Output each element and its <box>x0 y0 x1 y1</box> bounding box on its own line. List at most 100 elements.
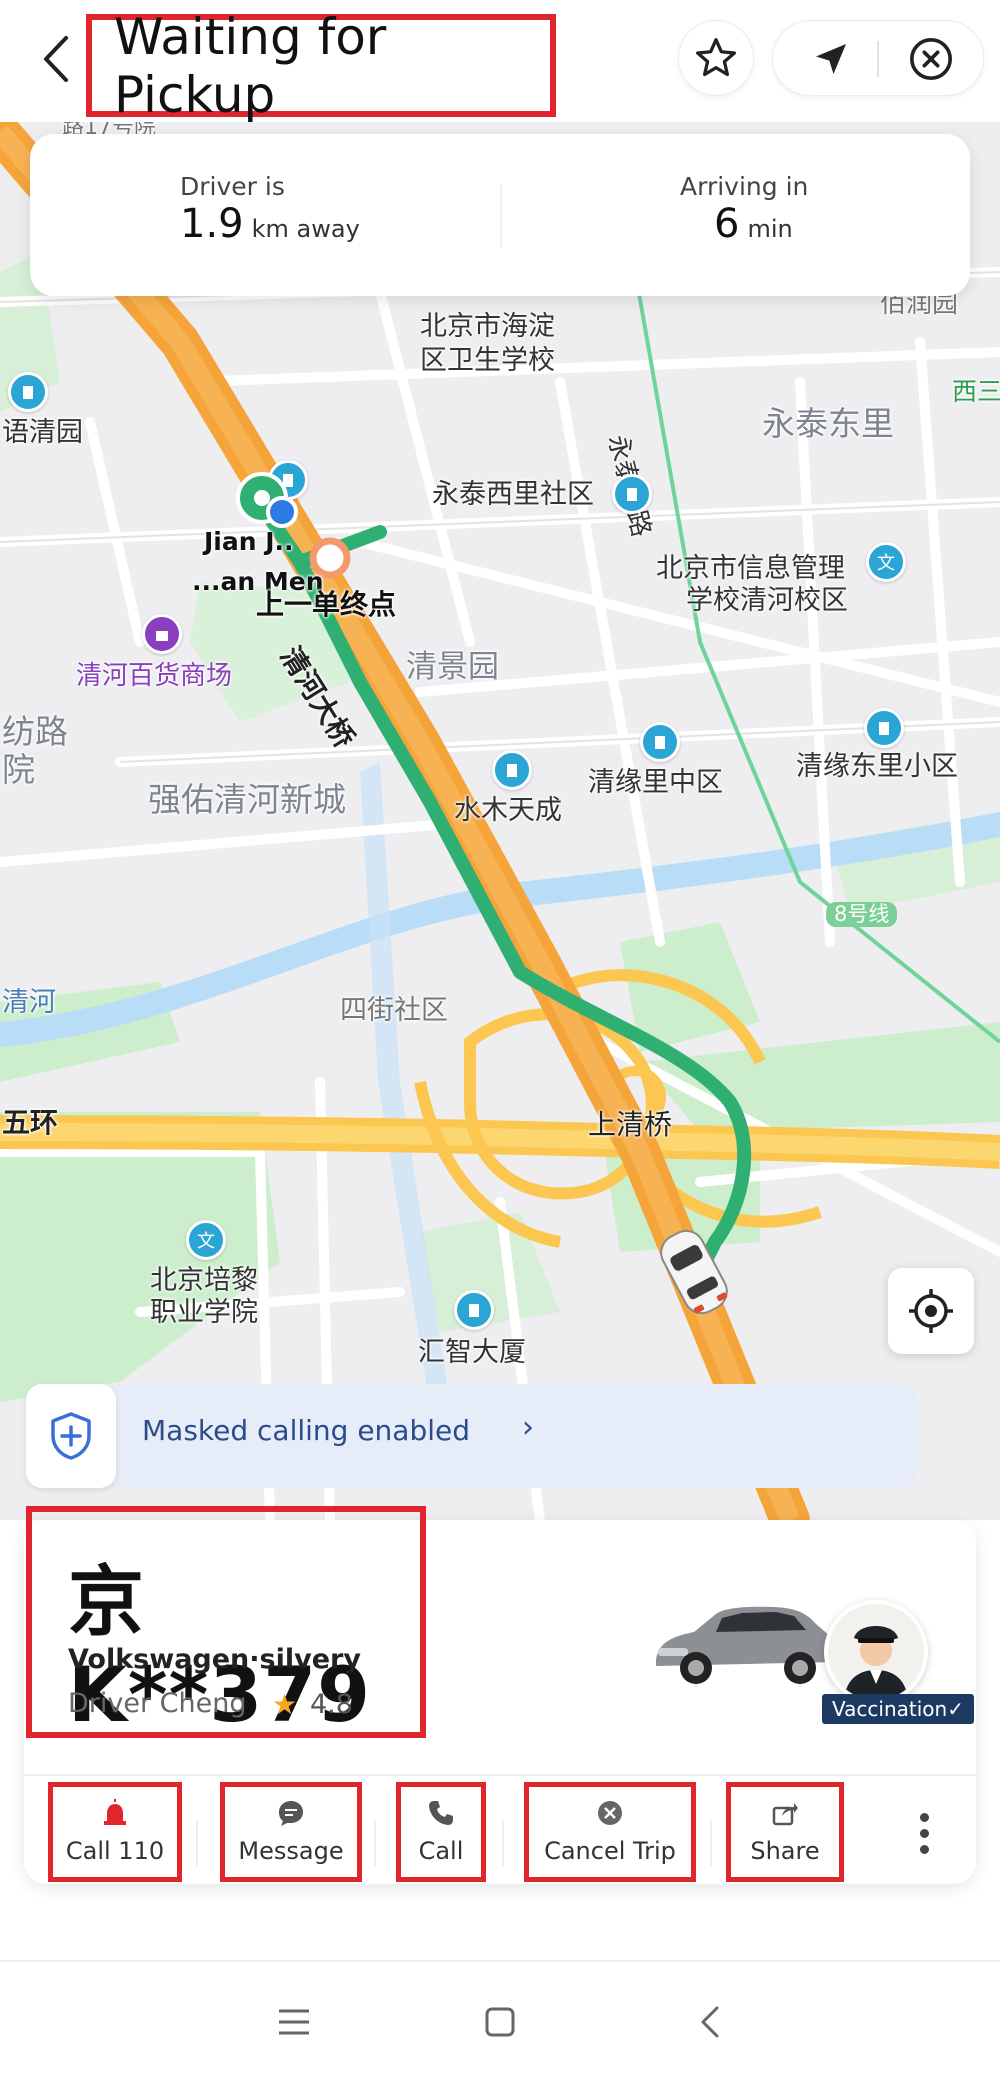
map-view[interactable]: 路17号院 北京市海淀 区卫生学校 佰润园 永泰中路 永泰东里 西三 语清园 永… <box>0 122 1000 1520</box>
map-label-xisan: 西三 <box>952 377 1000 406</box>
header-actions-pill <box>772 20 984 96</box>
title-highlight: Waiting for Pickup <box>86 8 556 124</box>
alarm-icon <box>101 1799 129 1827</box>
map-label-sijie: 四街社区 <box>340 995 448 1026</box>
share-icon <box>771 1799 799 1827</box>
map-label-qingyuan-middle: 清缘里中区 <box>588 767 723 798</box>
map-label-qingyuan-east: 清缘东里小区 <box>796 751 958 782</box>
driver-name: Driver Cheng <box>68 1688 247 1719</box>
driver-rating: 4.8 <box>310 1689 353 1720</box>
map-label-qingjing: 清景园 <box>406 649 499 685</box>
cancel-trip-button[interactable]: Cancel Trip <box>524 1782 696 1882</box>
card-divider <box>24 1774 976 1776</box>
star-icon <box>696 38 736 77</box>
cancel-circle-icon <box>596 1799 624 1827</box>
call-110-label: Call 110 <box>65 1837 165 1865</box>
pickup-label-line1: Jian J.. <box>204 527 294 556</box>
map-label-yuqing: 语清园 <box>2 417 83 448</box>
map-label-yongtai-east: 永泰东里 <box>762 404 894 443</box>
map-label-huizhi: 汇智大厦 <box>418 1337 526 1368</box>
plate-highlight: 京K**379 Volkswagen·silvery Driver Cheng … <box>26 1506 426 1739</box>
poi-school-icon: 文 <box>186 1220 226 1260</box>
poi-building-icon <box>8 372 48 412</box>
navigation-arrow-icon <box>816 44 846 74</box>
driver-card: 京K**379 Volkswagen·silvery Driver Cheng … <box>24 1506 976 1884</box>
driver-avatar-icon <box>828 1604 924 1700</box>
pill-divider <box>877 41 879 77</box>
driver-avatar[interactable] <box>824 1600 928 1704</box>
recent-apps-button[interactable] <box>264 1992 324 2052</box>
menu-lines-icon <box>279 2009 309 2035</box>
more-dot <box>919 1812 929 1822</box>
shield-plus-icon <box>51 1412 91 1460</box>
poi-building-icon <box>864 708 904 748</box>
map-label-shuimu: 水木天成 <box>454 795 562 826</box>
call-110-button[interactable]: Call 110 <box>48 1782 182 1882</box>
map-label-info-school-1: 北京市信息管理 <box>656 553 845 584</box>
system-back-button[interactable] <box>680 1992 740 2052</box>
poi-building-icon <box>454 1290 494 1330</box>
poi-building-icon <box>492 750 532 790</box>
top-app-bar: Waiting for Pickup <box>0 0 1000 124</box>
map-label-fanglu: 纺路 <box>2 712 68 751</box>
action-separator <box>502 1820 504 1866</box>
navigation-button[interactable] <box>791 21 871 97</box>
map-label-peili-2: 职业学院 <box>150 1297 258 1328</box>
rating-star-icon: ★ <box>272 1688 298 1721</box>
eta-unit: min <box>747 215 793 243</box>
poi-shopping-icon <box>142 614 182 654</box>
locate-me-button[interactable] <box>888 1268 974 1354</box>
close-circle-icon <box>910 38 952 80</box>
map-label-line8: 8号线 <box>826 902 898 928</box>
home-square-icon <box>485 2007 515 2037</box>
system-navigation-bar <box>0 1960 1000 2081</box>
distance-value: 1.9 <box>180 201 244 247</box>
distance-unit: km away <box>251 215 360 243</box>
map-label-qiangyou: 强佑清河新城 <box>148 780 346 819</box>
back-chevron-icon <box>701 2006 719 2038</box>
map-label-yuan: 院 <box>2 750 35 789</box>
masked-calling-banner[interactable]: Masked calling enabled › <box>26 1384 918 1488</box>
message-bubble-icon <box>277 1799 305 1827</box>
map-label-peili-1: 北京培黎 <box>150 1265 258 1296</box>
share-button[interactable]: Share <box>726 1782 844 1882</box>
vaccination-badge: Vaccination✓ <box>822 1694 974 1724</box>
favorite-button[interactable] <box>678 20 754 96</box>
action-separator <box>374 1820 376 1866</box>
action-separator <box>196 1820 198 1866</box>
action-separator <box>710 1820 712 1866</box>
map-label-health-school-1: 北京市海淀 <box>420 311 555 342</box>
poi-building-icon <box>640 722 680 762</box>
my-location-dot-icon <box>266 496 298 528</box>
map-label-health-school-2: 区卫生学校 <box>420 345 555 376</box>
call-button[interactable]: Call <box>396 1782 486 1882</box>
eta-value: 6 <box>714 201 740 247</box>
back-button[interactable] <box>30 24 82 94</box>
map-label-qinghe-mall: 清河百货商场 <box>76 661 233 691</box>
previous-dropoff-label: 上一单终点 <box>256 588 397 621</box>
distance-caption: Driver is <box>180 172 285 201</box>
more-options-button[interactable] <box>894 1794 954 1872</box>
page-title: Waiting for Pickup <box>114 7 387 124</box>
poi-school-icon: 文 <box>866 542 906 582</box>
poi-building-icon <box>612 474 652 514</box>
masked-calling-text: Masked calling enabled <box>142 1414 471 1447</box>
car-model: Volkswagen·silvery <box>68 1644 361 1675</box>
more-dot <box>919 1844 929 1854</box>
info-divider <box>500 184 502 248</box>
car-image <box>656 1606 839 1684</box>
more-dot <box>919 1828 929 1838</box>
home-button[interactable] <box>470 1992 530 2052</box>
message-button[interactable]: Message <box>220 1782 362 1882</box>
distance-block: Driver is 1.9 km away <box>180 172 360 247</box>
close-button[interactable] <box>889 21 973 97</box>
call-label: Call <box>418 1837 464 1865</box>
phone-icon <box>427 1799 455 1827</box>
message-label: Message <box>238 1837 344 1865</box>
shield-container <box>26 1384 116 1488</box>
map-label-shangqing-bridge: 上清桥 <box>588 1108 673 1141</box>
map-label-qinghe-river: 清河 <box>2 987 56 1018</box>
map-label-fifth-ring: 五环 <box>2 1106 59 1139</box>
map-label-yongtai-west: 永泰西里社区 <box>432 479 594 510</box>
eta-block: Arriving in 6 min <box>680 172 808 247</box>
